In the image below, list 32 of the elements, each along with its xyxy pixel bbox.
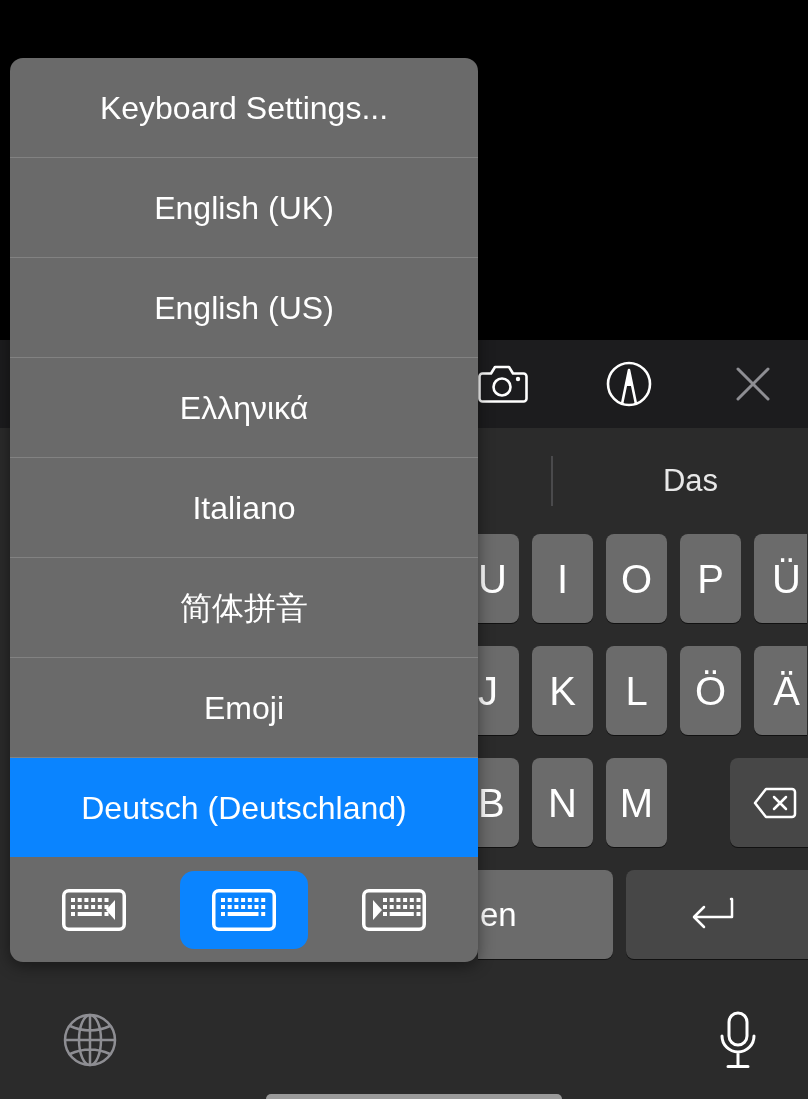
keyboard-key[interactable]: O (606, 534, 667, 623)
keyboard-layout-button[interactable] (180, 870, 308, 949)
keyboard-icon (212, 888, 276, 931)
keyboard-key[interactable]: I (532, 534, 593, 623)
menu-item[interactable]: Emoji (10, 658, 478, 757)
camera-icon[interactable] (478, 364, 528, 404)
microphone-icon[interactable] (719, 1011, 757, 1069)
globe-icon[interactable] (63, 1013, 117, 1067)
keyboard-key[interactable]: P (680, 534, 741, 623)
menu-item[interactable]: Keyboard Settings... (10, 58, 478, 157)
menu-item[interactable]: English (UK) (10, 158, 478, 257)
menu-item[interactable]: English (US) (10, 258, 478, 357)
keyboard-key[interactable]: U (478, 534, 519, 623)
space-key[interactable]: en (478, 870, 613, 959)
keyboard-key[interactable]: B (478, 758, 519, 847)
delete-key[interactable] (730, 758, 808, 847)
keyboard-key[interactable]: Ö (680, 646, 741, 735)
close-icon[interactable] (736, 367, 770, 401)
keyboard-key[interactable]: M (606, 758, 667, 847)
suggestion[interactable]: Das (553, 451, 808, 511)
keyboard-key[interactable]: Ü (754, 534, 807, 623)
menu-item[interactable]: Deutsch (Deutschland) (10, 758, 478, 857)
delete-icon (753, 786, 797, 819)
keyboard-key[interactable]: N (532, 758, 593, 847)
keyboard-key[interactable]: J (478, 646, 519, 735)
menu-item[interactable]: Ελληνικά (10, 358, 478, 457)
keyboard-key[interactable]: L (606, 646, 667, 735)
menu-item[interactable]: 简体拼音 (10, 558, 478, 657)
menu-item[interactable]: Italiano (10, 458, 478, 557)
markup-pen-icon[interactable] (606, 361, 652, 407)
keyboard-key[interactable]: Ä (754, 646, 807, 735)
keyboard-key[interactable]: K (532, 646, 593, 735)
